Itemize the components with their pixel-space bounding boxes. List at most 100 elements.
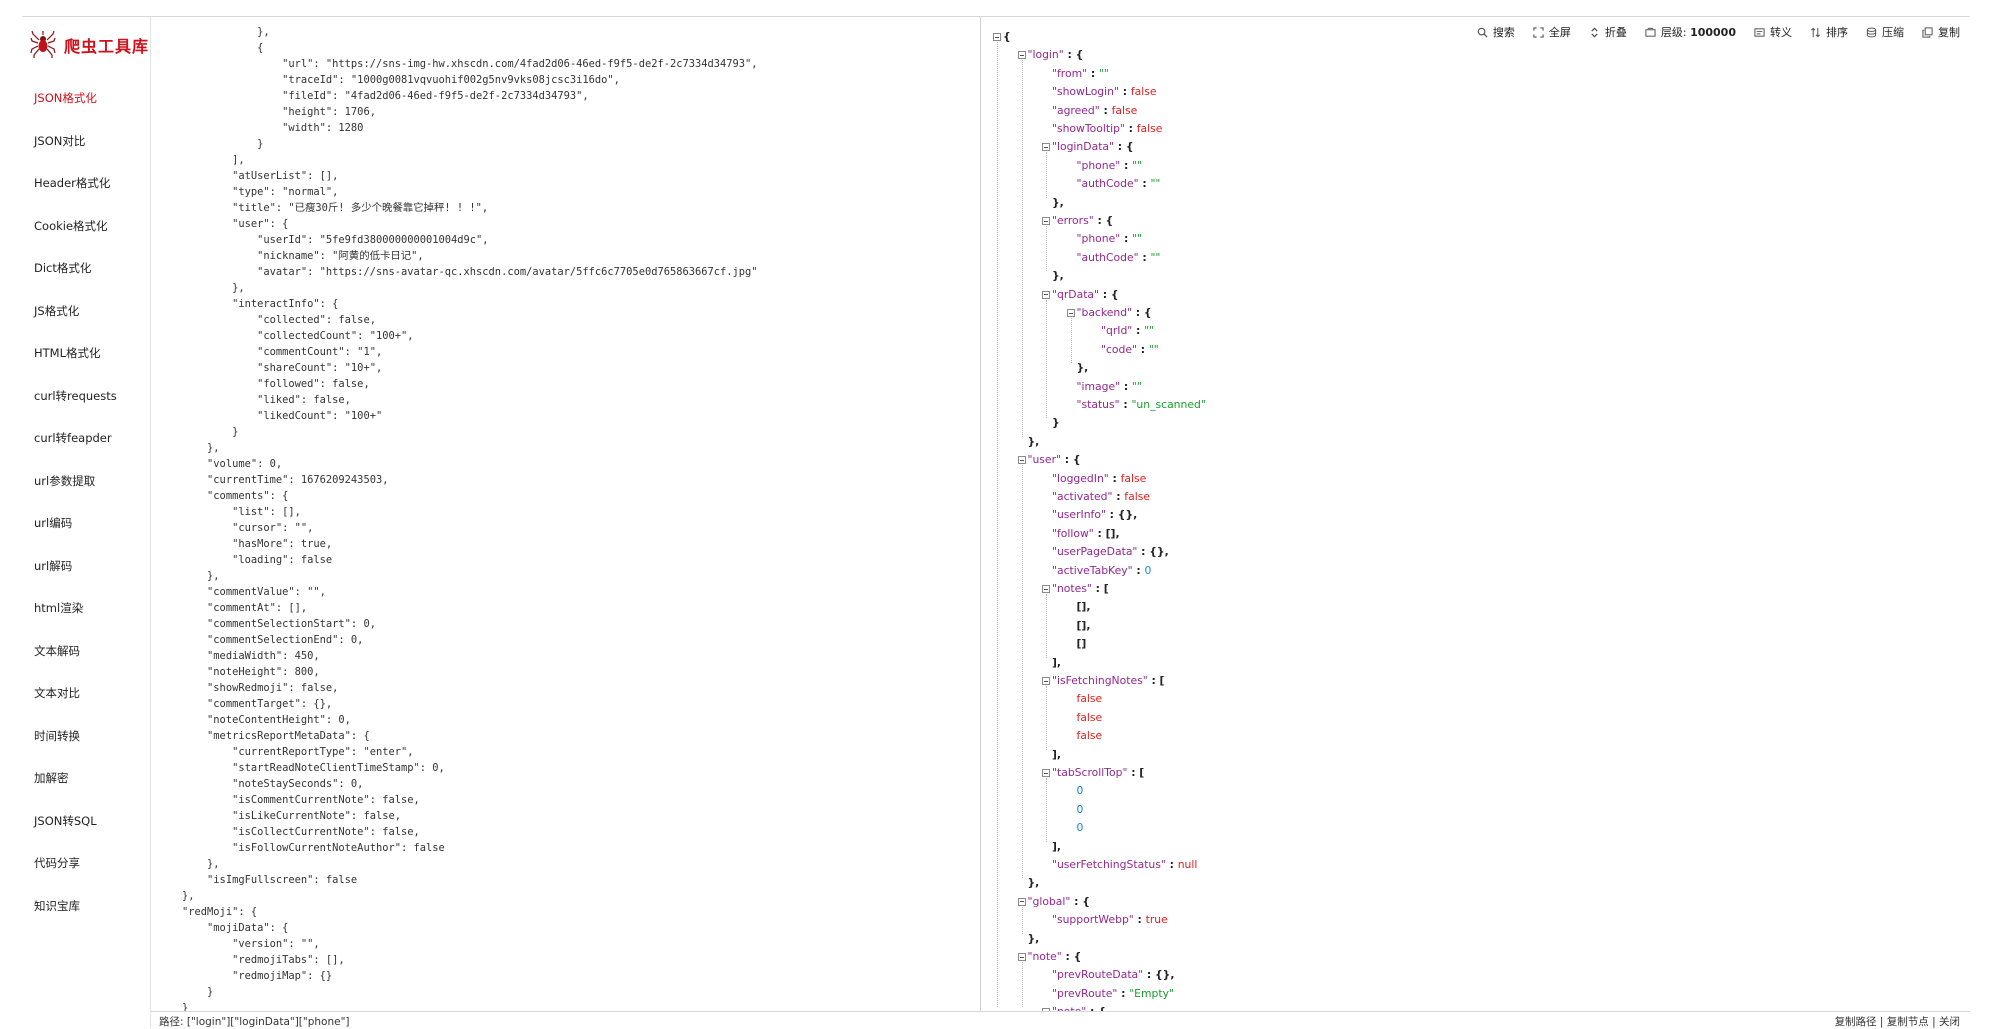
tree-node-line[interactable]: }, bbox=[1052, 267, 1064, 285]
tree-node-line[interactable]: "loginData" : { bbox=[1052, 138, 1134, 156]
tree-node-line[interactable]: 0 bbox=[1077, 819, 1084, 837]
collapse-toggle-icon[interactable] bbox=[1017, 953, 1026, 961]
sort-button[interactable]: 排序 bbox=[1810, 24, 1848, 40]
tree-node-line[interactable]: "agreed" : false bbox=[1052, 102, 1137, 120]
copy-node-link[interactable]: 复制节点 bbox=[1887, 1016, 1929, 1028]
sidebar-item[interactable]: JSON转SQL bbox=[34, 813, 97, 829]
sidebar-item[interactable]: html渲染 bbox=[34, 600, 83, 616]
tree-node-line[interactable]: "isFetchingNotes" : [ bbox=[1052, 672, 1165, 690]
tree-node-line[interactable]: "login" : { bbox=[1028, 46, 1084, 64]
tree-node-line[interactable]: "loggedIn" : false bbox=[1052, 470, 1146, 488]
collapse-toggle-icon[interactable] bbox=[1017, 456, 1026, 465]
tree-node-line[interactable]: }, bbox=[1028, 930, 1040, 948]
tree-node-line[interactable]: "qrId" : "" bbox=[1101, 322, 1154, 340]
collapse-toggle-icon[interactable] bbox=[1017, 51, 1026, 60]
tree-node-line[interactable]: "note" : { bbox=[1028, 948, 1082, 966]
tree-node-line[interactable]: }, bbox=[1028, 433, 1040, 451]
tree-node-line[interactable]: "prevRoute" : "Empty" bbox=[1052, 985, 1174, 1003]
sidebar-item[interactable]: JS格式化 bbox=[34, 303, 79, 319]
collapse-toggle-icon[interactable] bbox=[1066, 309, 1075, 317]
sidebar-item[interactable]: 文本对比 bbox=[34, 685, 80, 701]
tree-node-line[interactable]: false bbox=[1077, 709, 1103, 727]
tree-node-line[interactable]: false bbox=[1077, 690, 1103, 708]
sidebar-item[interactable]: url解码 bbox=[34, 558, 72, 574]
tree-node-line[interactable]: 0 bbox=[1077, 782, 1084, 800]
sidebar-item[interactable]: 知识宝库 bbox=[34, 898, 80, 914]
tree-node-line[interactable]: "from" : "" bbox=[1052, 65, 1109, 83]
tree-node-line[interactable]: "activeTabKey" : 0 bbox=[1052, 562, 1151, 580]
sidebar-item[interactable]: curl转feapder bbox=[34, 430, 112, 446]
sidebar-item[interactable]: 加解密 bbox=[34, 770, 69, 786]
brand-logo[interactable]: 爬虫工具库 bbox=[30, 27, 149, 63]
tree-node-line[interactable]: "global" : { bbox=[1028, 893, 1090, 911]
collapse-toggle-icon[interactable] bbox=[1042, 143, 1050, 152]
copy-path-link[interactable]: 复制路径 bbox=[1835, 1016, 1877, 1028]
tree-node-line[interactable]: "showLogin" : false bbox=[1052, 83, 1157, 101]
sidebar-item[interactable]: Header格式化 bbox=[34, 175, 110, 191]
tree-node-line[interactable]: ], bbox=[1052, 838, 1061, 856]
tree-node-line[interactable]: ], bbox=[1052, 654, 1061, 672]
tree-node-line[interactable]: "phone" : "" bbox=[1077, 230, 1143, 248]
tree-node-line[interactable]: [], bbox=[1077, 617, 1091, 635]
tree-node-line[interactable]: [] bbox=[1077, 635, 1087, 653]
search-button[interactable]: 搜索 bbox=[1477, 24, 1515, 40]
tree-node-line[interactable]: "userPageData" : {}, bbox=[1052, 543, 1169, 561]
tree-node-line[interactable]: false bbox=[1077, 727, 1103, 745]
tree-node-line[interactable]: ], bbox=[1052, 746, 1061, 764]
tree-node-line[interactable]: "user" : { bbox=[1028, 451, 1081, 469]
tree-node-line[interactable]: "notes" : [ bbox=[1052, 580, 1109, 598]
tree-node-line[interactable]: 0 bbox=[1077, 801, 1084, 819]
tree-node-line[interactable]: "prevRouteData" : {}, bbox=[1052, 966, 1174, 984]
tree-node-line[interactable]: "authCode" : "" bbox=[1077, 175, 1161, 193]
sidebar-item[interactable]: JSON格式化 bbox=[34, 90, 97, 106]
collapse-toggle-icon[interactable] bbox=[1042, 290, 1050, 299]
tree-node-line[interactable]: "showTooltip" : false bbox=[1052, 120, 1162, 138]
sidebar-item[interactable]: HTML格式化 bbox=[34, 345, 101, 361]
tree-node-line[interactable]: "supportWebp" : true bbox=[1052, 911, 1168, 929]
tree-node-line[interactable]: "tabScrollTop" : [ bbox=[1052, 764, 1144, 782]
tree-node-line[interactable]: "image" : "" bbox=[1077, 378, 1142, 396]
level-button[interactable]: 层级: 100000 bbox=[1645, 24, 1736, 40]
tree-key: "login" bbox=[1027, 48, 1064, 62]
tree-node-line[interactable]: }, bbox=[1077, 359, 1089, 377]
tree-node-line[interactable]: "qrData" : { bbox=[1052, 286, 1119, 304]
sidebar-item[interactable]: Cookie格式化 bbox=[34, 218, 108, 234]
tree-node-line[interactable]: "phone" : "" bbox=[1077, 157, 1143, 175]
tree-node-line[interactable]: "userFetchingStatus" : null bbox=[1052, 856, 1197, 874]
collapse-toggle-icon[interactable] bbox=[1042, 677, 1050, 685]
copy-button[interactable]: 复制 bbox=[1922, 24, 1960, 40]
collapse-toggle-icon[interactable] bbox=[1042, 217, 1050, 225]
sidebar-item[interactable]: 时间转换 bbox=[34, 728, 80, 744]
tree-node-line[interactable]: "follow" : [], bbox=[1052, 525, 1120, 543]
collapse-toggle-icon[interactable] bbox=[993, 33, 1001, 41]
escape-button[interactable]: 转义 bbox=[1754, 24, 1792, 40]
fullscreen-button[interactable]: 全屏 bbox=[1533, 24, 1571, 40]
tree-node-line[interactable]: "userInfo" : {}, bbox=[1052, 506, 1137, 524]
sidebar-item[interactable]: url参数提取 bbox=[34, 473, 95, 489]
tree-node-line[interactable]: "status" : "un_scanned" bbox=[1077, 396, 1206, 414]
tree-node-line[interactable]: }, bbox=[1052, 194, 1064, 212]
tree-node-line[interactable]: "errors" : { bbox=[1052, 212, 1113, 230]
tree-node-line[interactable]: "note" : { bbox=[1052, 1003, 1106, 1011]
sidebar-item[interactable]: url编码 bbox=[34, 515, 72, 531]
sidebar-item[interactable]: Dict格式化 bbox=[34, 260, 91, 276]
compress-button[interactable]: 压缩 bbox=[1866, 24, 1904, 40]
sidebar-item[interactable]: curl转requests bbox=[34, 388, 117, 404]
code-editor[interactable]: }, { "url": "https://sns-img-hw.xhscdn.c… bbox=[151, 17, 981, 1011]
tree-node-line[interactable]: [], bbox=[1077, 598, 1091, 616]
tree-node-line[interactable]: } bbox=[1052, 414, 1060, 432]
collapse-toggle-icon[interactable] bbox=[1017, 897, 1026, 906]
collapse-button[interactable]: 折叠 bbox=[1589, 24, 1627, 40]
tree-node-line[interactable]: }, bbox=[1028, 874, 1040, 892]
tree-node-line[interactable]: "code" : "" bbox=[1101, 341, 1159, 359]
tree-node-line[interactable]: "backend" : { bbox=[1077, 304, 1152, 322]
collapse-toggle-icon[interactable] bbox=[1042, 769, 1050, 777]
sidebar-item[interactable]: 文本解码 bbox=[34, 643, 80, 659]
tree-node-line[interactable]: "authCode" : "" bbox=[1077, 249, 1161, 267]
sidebar-item[interactable]: 代码分享 bbox=[34, 855, 80, 871]
collapse-toggle-icon[interactable] bbox=[1042, 585, 1050, 593]
sidebar-item[interactable]: JSON对比 bbox=[34, 133, 85, 149]
close-link[interactable]: 关闭 bbox=[1939, 1016, 1960, 1028]
tree-node-line[interactable]: { bbox=[1003, 28, 1011, 46]
tree-node-line[interactable]: "activated" : false bbox=[1052, 488, 1150, 506]
